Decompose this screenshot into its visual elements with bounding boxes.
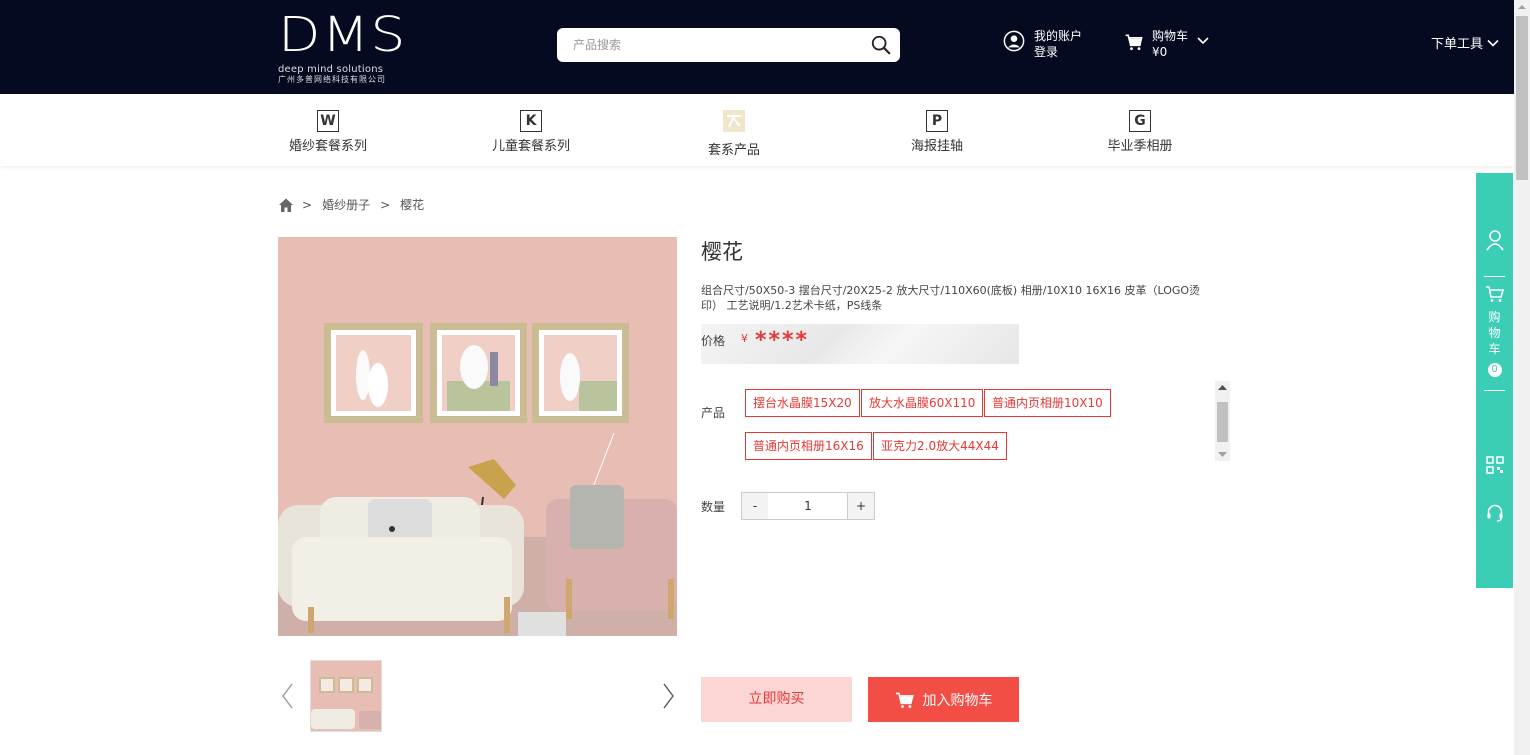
breadcrumb-sep: > — [380, 197, 391, 212]
product-title: 樱花 — [701, 240, 743, 264]
logo-company-name: 广州多普网络科技有限公司 — [278, 75, 386, 84]
cart-label: 购物车 — [1152, 29, 1189, 43]
dms-logo[interactable]: DMS deep mind solutions 广州多普网络科技有限公司 — [278, 11, 405, 88]
nav-item-graduation[interactable]: G 毕业季相册 — [1080, 110, 1200, 154]
nav-item-children[interactable]: K 儿童套餐系列 — [471, 110, 591, 154]
side-divider — [1484, 276, 1505, 277]
product-options: 产品 摆台水晶膜15X20 放大水晶膜60X110 普通内页相册10X10 普通… — [701, 380, 1231, 462]
cart-total: ¥0 — [1152, 45, 1168, 59]
nav-item-label: 毕业季相册 — [1107, 139, 1173, 154]
side-account-button[interactable] — [1476, 229, 1513, 255]
quantity-increase-button[interactable]: + — [847, 492, 875, 520]
page-scrollbar[interactable] — [1514, 0, 1530, 755]
nav-item-label: 海报挂轴 — [910, 139, 963, 154]
floating-side-bar: 购物车 0 — [1476, 173, 1513, 588]
breadcrumb-item-category[interactable]: 婚纱册子 — [322, 196, 370, 213]
options-label: 产品 — [701, 406, 726, 420]
breadcrumb: > 婚纱册子 > 樱花 — [278, 196, 434, 213]
scroll-up-icon[interactable] — [1514, 0, 1530, 14]
nav-item-label: 儿童套餐系列 — [491, 139, 570, 154]
package-icon — [723, 110, 745, 132]
scroll-down-icon[interactable] — [1215, 447, 1230, 461]
breadcrumb-item-current: 樱花 — [400, 198, 425, 212]
option-button[interactable]: 普通内页相册16X16 — [745, 432, 872, 460]
cart-icon — [895, 692, 914, 708]
price-panel: 价格 ¥ **** — [701, 324, 1019, 364]
quantity-input[interactable] — [768, 492, 848, 520]
my-account-label: 我的账户 — [1034, 29, 1083, 43]
add-to-cart-button[interactable]: 加入购物车 — [868, 677, 1019, 722]
g-icon: G — [1129, 110, 1151, 132]
headset-icon — [1487, 504, 1502, 522]
product-thumbnail[interactable] — [310, 660, 382, 732]
product-main-image[interactable] — [278, 237, 677, 636]
logo-tagline: deep mind solutions — [278, 64, 384, 75]
logo-mark: DMS — [278, 7, 407, 63]
p-icon: P — [926, 110, 948, 132]
quantity-stepper: 数量 - + — [701, 492, 901, 520]
home-icon[interactable] — [278, 197, 294, 213]
k-icon: K — [520, 110, 542, 132]
price-label: 价格 — [701, 334, 726, 348]
chevron-down-icon — [1487, 39, 1499, 47]
chevron-right-icon[interactable] — [662, 682, 676, 710]
category-nav: W 婚纱套餐系列 K 儿童套餐系列 套系产品 P 海报挂轴 G 毕业季相册 — [0, 94, 1514, 166]
cart-count-badge: 0 — [1487, 363, 1502, 377]
chevron-left-icon[interactable] — [280, 682, 294, 710]
nav-item-wedding[interactable]: W 婚纱套餐系列 — [268, 110, 388, 154]
top-header: DMS deep mind solutions 广州多普网络科技有限公司 我的账… — [0, 0, 1514, 94]
side-cart-label: 购物车 — [1488, 310, 1501, 356]
add-to-cart-label: 加入购物车 — [922, 692, 993, 709]
option-button[interactable]: 亚克力2.0放大44X44 — [873, 432, 1007, 460]
options-scrollbar[interactable] — [1215, 381, 1230, 461]
qr-code-icon — [1485, 456, 1504, 474]
product-info: 樱花 组合尺寸/50X50-3 摆台尺寸/20X25-2 放大尺寸/110X60… — [701, 237, 1231, 520]
search-input[interactable] — [557, 28, 857, 62]
price-value: **** — [755, 328, 810, 353]
nav-item-packages[interactable]: 套系产品 — [674, 110, 794, 158]
scrollbar-thumb[interactable] — [1516, 16, 1528, 180]
product-description: 组合尺寸/50X50-3 摆台尺寸/20X25-2 放大尺寸/110X60(底板… — [701, 284, 1201, 312]
cart-icon — [1485, 286, 1504, 302]
login-link[interactable]: 登录 — [1034, 44, 1082, 60]
breadcrumb-sep: > — [302, 197, 313, 212]
order-tools-label: 下单工具 — [1431, 37, 1484, 52]
buy-now-button[interactable]: 立即购买 — [701, 677, 852, 722]
user-icon — [1003, 30, 1025, 52]
w-icon: W — [317, 110, 339, 132]
account-link[interactable]: 我的账户 登录 — [1003, 28, 1082, 62]
side-support-button[interactable] — [1476, 504, 1513, 526]
quantity-decrease-button[interactable]: - — [741, 492, 769, 520]
cart-icon — [1125, 34, 1143, 51]
scrollbar-thumb[interactable] — [1217, 402, 1228, 442]
page: DMS deep mind solutions 广州多普网络科技有限公司 我的账… — [0, 0, 1530, 755]
nav-item-label: 婚纱套餐系列 — [288, 139, 367, 154]
chevron-down-icon — [1197, 37, 1209, 45]
nav-item-posters[interactable]: P 海报挂轴 — [877, 110, 997, 154]
side-cart-button[interactable]: 购物车 0 — [1476, 285, 1513, 377]
nav-item-label: 套系产品 — [707, 143, 760, 158]
cart-summary[interactable]: 购物车 ¥0 — [1124, 28, 1210, 62]
price-currency: ¥ — [741, 332, 748, 345]
side-qrcode-button[interactable] — [1476, 456, 1513, 478]
quantity-label: 数量 — [701, 500, 726, 514]
user-icon — [1485, 230, 1504, 251]
option-button[interactable]: 摆台水晶膜15X20 — [745, 389, 860, 417]
option-button[interactable]: 普通内页相册10X10 — [984, 389, 1111, 417]
order-tools-menu[interactable]: 下单工具 — [1431, 33, 1499, 52]
option-button[interactable]: 放大水晶膜60X110 — [861, 389, 984, 417]
search-icon[interactable] — [870, 34, 892, 56]
search-box — [557, 28, 900, 62]
thumbnail-strip — [278, 658, 677, 734]
scroll-up-icon[interactable] — [1215, 381, 1230, 395]
side-divider — [1484, 390, 1505, 391]
